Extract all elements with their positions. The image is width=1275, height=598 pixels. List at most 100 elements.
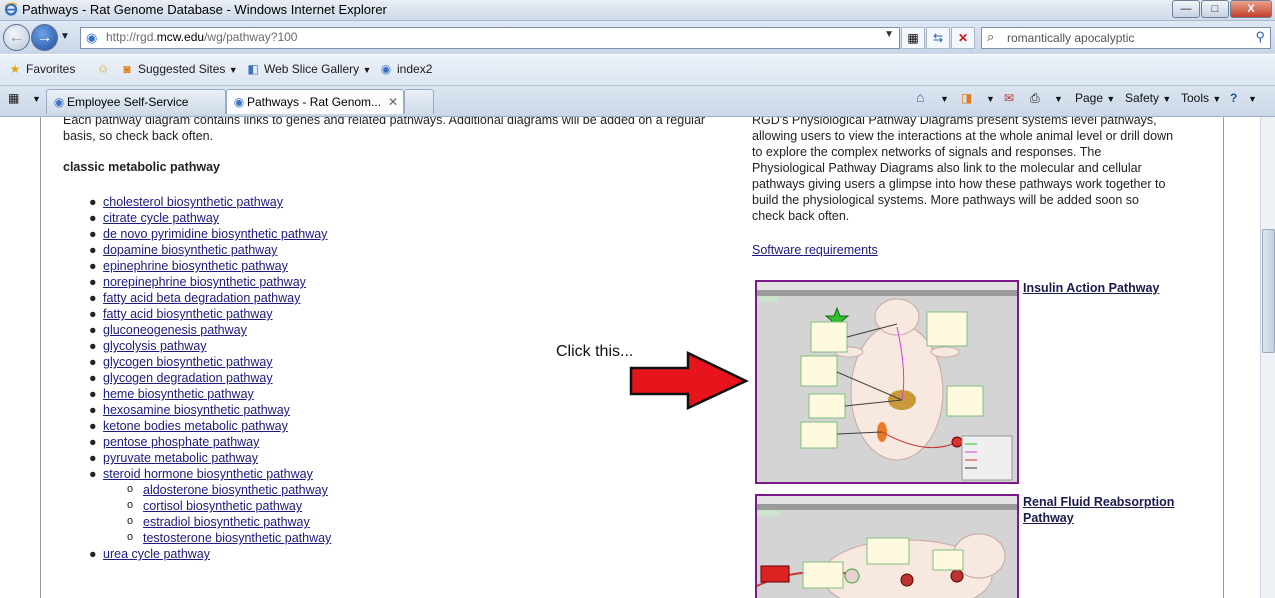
close-tab-icon[interactable]: ✕ — [388, 90, 398, 114]
pathway-link[interactable]: pyruvate metabolic pathway — [103, 451, 258, 465]
add-favorites-button[interactable]: ✩ — [96, 62, 114, 76]
help-dropdown-icon[interactable]: ▼ — [1248, 94, 1257, 104]
home-dropdown-icon[interactable]: ▼ — [940, 94, 949, 104]
forward-arrow-icon: → — [36, 29, 53, 46]
index2-link[interactable]: ◉ index2 — [379, 62, 433, 76]
right-intro-line: Physiological Pathway Diagrams also link… — [752, 161, 1142, 175]
quick-tabs-icon[interactable]: ▦ — [8, 91, 19, 105]
compatibility-view-icon[interactable]: ▦ — [901, 27, 925, 49]
pathway-link[interactable]: aldosterone biosynthetic pathway — [143, 483, 328, 497]
address-bar[interactable]: ◉ http://rgd.mcw.edu/wg/pathway?100 ▼ — [80, 27, 900, 49]
tab-employee-self-service[interactable]: ◉ Employee Self-Service — [46, 89, 226, 114]
right-intro-line: build the physiological systems. More pa… — [752, 193, 1140, 207]
search-box[interactable]: ⌕ romantically apocalyptic ⚲ — [981, 27, 1271, 49]
pathway-link[interactable]: cholesterol biosynthetic pathway — [103, 195, 283, 209]
pathway-link[interactable]: citrate cycle pathway — [103, 211, 219, 225]
pathway-link[interactable]: glycogen degradation pathway — [103, 371, 273, 385]
pathway-link[interactable]: glycogen biosynthetic pathway — [103, 355, 273, 369]
list-item: ● hexosamine biosynthetic pathway — [89, 403, 290, 417]
pathway-link[interactable]: cortisol biosynthetic pathway — [143, 499, 302, 513]
list-item: ● glycogen degradation pathway — [89, 371, 273, 385]
forward-button[interactable]: → — [31, 24, 58, 51]
bullet-icon: o — [127, 515, 134, 527]
pathway-link[interactable]: urea cycle pathway — [103, 547, 210, 561]
bullet-icon: o — [127, 483, 134, 495]
tools-menu[interactable]: Tools ▼ — [1181, 91, 1221, 105]
pathway-link[interactable]: ketone bodies metabolic pathway — [103, 419, 288, 433]
list-item: ● glycolysis pathway — [89, 339, 207, 353]
print-dropdown-icon[interactable]: ▼ — [1054, 94, 1063, 104]
url-text[interactable]: http://rgd.mcw.edu/wg/pathway?100 — [106, 30, 297, 44]
back-button[interactable]: ← — [3, 24, 30, 51]
list-item: ● norepinephrine biosynthetic pathway — [89, 275, 306, 289]
pathway-link[interactable]: glycolysis pathway — [103, 339, 207, 353]
ie-page-icon: ◉ — [380, 62, 392, 76]
pathway-link[interactable]: dopamine biosynthetic pathway — [103, 243, 277, 257]
pathway-link[interactable]: hexosamine biosynthetic pathway — [103, 403, 290, 417]
bullet-icon: ● — [89, 275, 97, 289]
address-toolbar: ← → ▼ ◉ http://rgd.mcw.edu/wg/pathway?10… — [0, 21, 1275, 54]
list-item: ● fatty acid beta degradation pathway — [89, 291, 300, 305]
bullet-icon: ● — [89, 323, 97, 337]
bullet-icon: ● — [89, 243, 97, 257]
minimize-button[interactable]: — — [1172, 0, 1200, 18]
favorites-button[interactable]: ★ Favorites — [8, 62, 76, 76]
recent-pages-dropdown-icon[interactable]: ▼ — [60, 31, 70, 42]
click-this-annotation: Click this... — [556, 343, 634, 360]
maximize-button[interactable]: □ — [1201, 0, 1229, 18]
bullet-icon: ● — [89, 259, 97, 273]
print-icon[interactable]: ⎙ — [1030, 91, 1040, 106]
tab-pathways[interactable]: ◉ Pathways - Rat Genom... ✕ — [226, 89, 404, 114]
home-icon[interactable]: ⌂ — [916, 89, 924, 105]
help-icon[interactable]: ? — [1230, 91, 1237, 105]
safety-menu[interactable]: Safety ▼ — [1125, 91, 1171, 105]
pathway-link[interactable]: epinephrine biosynthetic pathway — [103, 259, 288, 273]
pathway-link[interactable]: gluconeogenesis pathway — [103, 323, 247, 337]
pathway-link[interactable]: heme biosynthetic pathway — [103, 387, 254, 401]
search-provider-icon: ⌕ — [987, 29, 995, 44]
search-icon[interactable]: ⚲ — [1255, 29, 1265, 45]
refresh-icon[interactable]: ⇆ — [926, 27, 950, 49]
window-title: Pathways - Rat Genome Database - Windows… — [22, 2, 387, 17]
chevron-down-icon: ▼ — [1162, 94, 1172, 104]
search-input[interactable]: romantically apocalyptic — [1007, 31, 1134, 45]
feeds-dropdown-icon[interactable]: ▼ — [986, 94, 995, 104]
address-dropdown-icon[interactable]: ▼ — [884, 29, 894, 40]
suggested-sites-link[interactable]: ◙ Suggested Sites ▼ — [120, 62, 238, 76]
renal-pathway-thumbnail[interactable] — [755, 494, 1019, 598]
pathway-link[interactable]: norepinephrine biosynthetic pathway — [103, 275, 306, 289]
close-window-button[interactable]: X — [1230, 0, 1272, 18]
pathway-link[interactable]: testosterone biosynthetic pathway — [143, 531, 331, 545]
insulin-action-pathway-link[interactable]: Insulin Action Pathway — [1023, 280, 1159, 296]
bullet-icon: ● — [89, 451, 97, 465]
pathway-link[interactable]: fatty acid beta degradation pathway — [103, 291, 300, 305]
new-tab-button[interactable] — [404, 89, 434, 114]
pathway-link[interactable]: de novo pyrimidine biosynthetic pathway — [103, 227, 327, 241]
list-item: ● epinephrine biosynthetic pathway — [89, 259, 288, 273]
tab-list-dropdown-icon[interactable]: ▼ — [32, 94, 41, 104]
page-menu[interactable]: Page ▼ — [1075, 91, 1115, 105]
right-intro-line: RGD's Physiological Pathway Diagrams pre… — [752, 117, 1157, 127]
read-mail-icon[interactable]: ✉ — [1004, 91, 1014, 105]
list-item: ● citrate cycle pathway — [89, 211, 219, 225]
renal-fluid-reabsorption-link[interactable]: Renal Fluid Reabsorption Pathway — [1023, 494, 1174, 526]
pathway-link[interactable]: fatty acid biosynthetic pathway — [103, 307, 273, 321]
vertical-scrollbar[interactable] — [1260, 117, 1275, 598]
pathway-link[interactable]: estradiol biosynthetic pathway — [143, 515, 310, 529]
chevron-down-icon: ▼ — [1212, 94, 1222, 104]
pathway-link[interactable]: steroid hormone biosynthetic pathway — [103, 467, 313, 481]
chevron-down-icon: ▼ — [362, 65, 372, 75]
bullet-icon: ● — [89, 435, 97, 449]
scrollbar-thumb[interactable] — [1262, 229, 1275, 353]
list-item: ● gluconeogenesis pathway — [89, 323, 247, 337]
feeds-icon[interactable]: ◨ — [961, 91, 972, 105]
pathway-link[interactable]: pentose phosphate pathway — [103, 435, 259, 449]
software-requirements-link[interactable]: Software requirements — [752, 243, 878, 257]
web-slice-gallery-link[interactable]: ◧ Web Slice Gallery ▼ — [246, 62, 371, 76]
star-icon: ★ — [9, 62, 21, 76]
insulin-pathway-thumbnail[interactable] — [755, 280, 1019, 484]
list-item: ● heme biosynthetic pathway — [89, 387, 254, 401]
stop-icon[interactable]: ✕ — [951, 27, 975, 49]
chevron-down-icon: ▼ — [228, 65, 238, 75]
list-item: ● dopamine biosynthetic pathway — [89, 243, 277, 257]
